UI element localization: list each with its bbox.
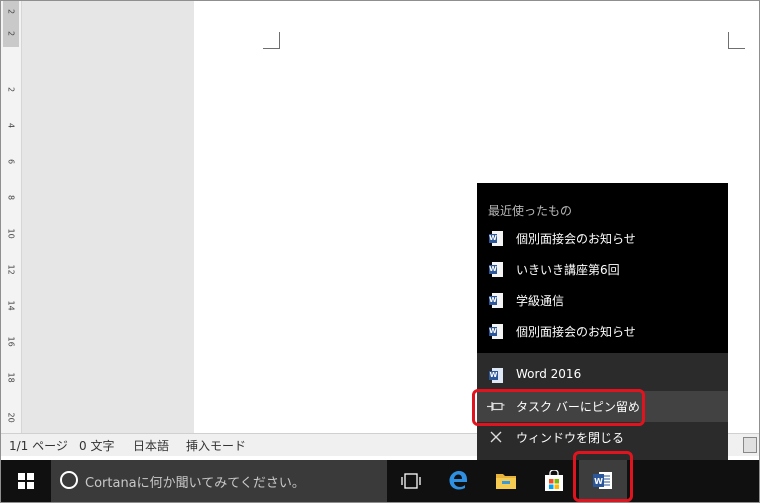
windows-logo-icon: [18, 473, 34, 489]
task-view-icon: [401, 473, 421, 489]
ruler-number: 20: [6, 412, 16, 423]
word-document-icon: W: [489, 231, 503, 246]
recent-document-label: いきいき講座第6回: [516, 263, 620, 277]
word-document-icon: W: [489, 324, 503, 339]
recent-document-item[interactable]: W 個別面接会のお知らせ: [477, 316, 728, 347]
ruler-number: 16: [6, 336, 16, 347]
edge-button[interactable]: [434, 460, 482, 502]
recent-document-label: 個別面接会のお知らせ: [516, 232, 636, 246]
jump-list-recent-section: 最近使ったもの W 個別面接会のお知らせ W いきいき講座第6回 W 学級通信 …: [477, 183, 728, 353]
open-word-app-item[interactable]: W Word 2016: [477, 360, 728, 391]
pin-item-highlight: [472, 389, 645, 426]
close-icon: [490, 431, 502, 443]
file-explorer-button[interactable]: [482, 460, 530, 502]
task-view-button[interactable]: [386, 460, 434, 502]
ruler-number: 12: [6, 264, 16, 275]
close-window-label: ウィンドウを閉じる: [516, 431, 625, 445]
close-window-item[interactable]: ウィンドウを閉じる: [477, 422, 728, 453]
start-button[interactable]: [1, 460, 51, 502]
cortana-search-box[interactable]: Cortanaに何か聞いてみてください。: [51, 460, 387, 502]
ruler-number: 2: [6, 30, 16, 37]
ruler-number: 14: [6, 300, 16, 311]
recent-document-item[interactable]: W 個別面接会のお知らせ: [477, 223, 728, 254]
search-placeholder: Cortanaに何か聞いてみてください。: [85, 476, 305, 491]
document-background: [22, 1, 194, 433]
store-button[interactable]: [530, 460, 578, 502]
ruler-number: 4: [6, 122, 16, 129]
recent-document-item[interactable]: W 学級通信: [477, 285, 728, 316]
vertical-ruler[interactable]: 2 2 2 4 6 8 10 12 14 16 18 20: [1, 1, 22, 433]
word-document-icon: W: [489, 262, 503, 277]
app-name-label: Word 2016: [516, 367, 582, 381]
cortana-icon: [60, 471, 78, 489]
word-document-icon: W: [489, 293, 503, 308]
view-mode-icon[interactable]: [743, 437, 757, 453]
status-page-count[interactable]: 1/1 ページ: [9, 437, 68, 454]
margin-corner-top-right: [728, 32, 745, 49]
folder-icon: [496, 474, 516, 489]
margin-corner-top-left: [263, 32, 280, 49]
ruler-number: 2: [6, 8, 16, 15]
ruler-number: 6: [6, 158, 16, 165]
taskbar: Cortanaに何か聞いてみてください。 W: [1, 460, 759, 502]
ruler-number: 10: [6, 228, 16, 239]
ruler-number: 2: [6, 86, 16, 93]
edge-icon: [449, 471, 467, 490]
status-language[interactable]: 日本語: [133, 437, 169, 454]
word-button-highlight: [573, 451, 633, 502]
recent-document-label: 学級通信: [516, 294, 565, 308]
word-app-icon: W: [489, 368, 503, 383]
status-word-count[interactable]: 0 文字: [79, 437, 114, 454]
store-icon: [545, 470, 563, 491]
recent-document-item[interactable]: W いきいき講座第6回: [477, 254, 728, 285]
ruler-number: 8: [6, 194, 16, 201]
jump-list-header: 最近使ったもの: [488, 204, 573, 218]
recent-document-label: 個別面接会のお知らせ: [516, 325, 636, 339]
ruler-number: 18: [6, 372, 16, 383]
status-insert-mode[interactable]: 挿入モード: [186, 437, 246, 454]
